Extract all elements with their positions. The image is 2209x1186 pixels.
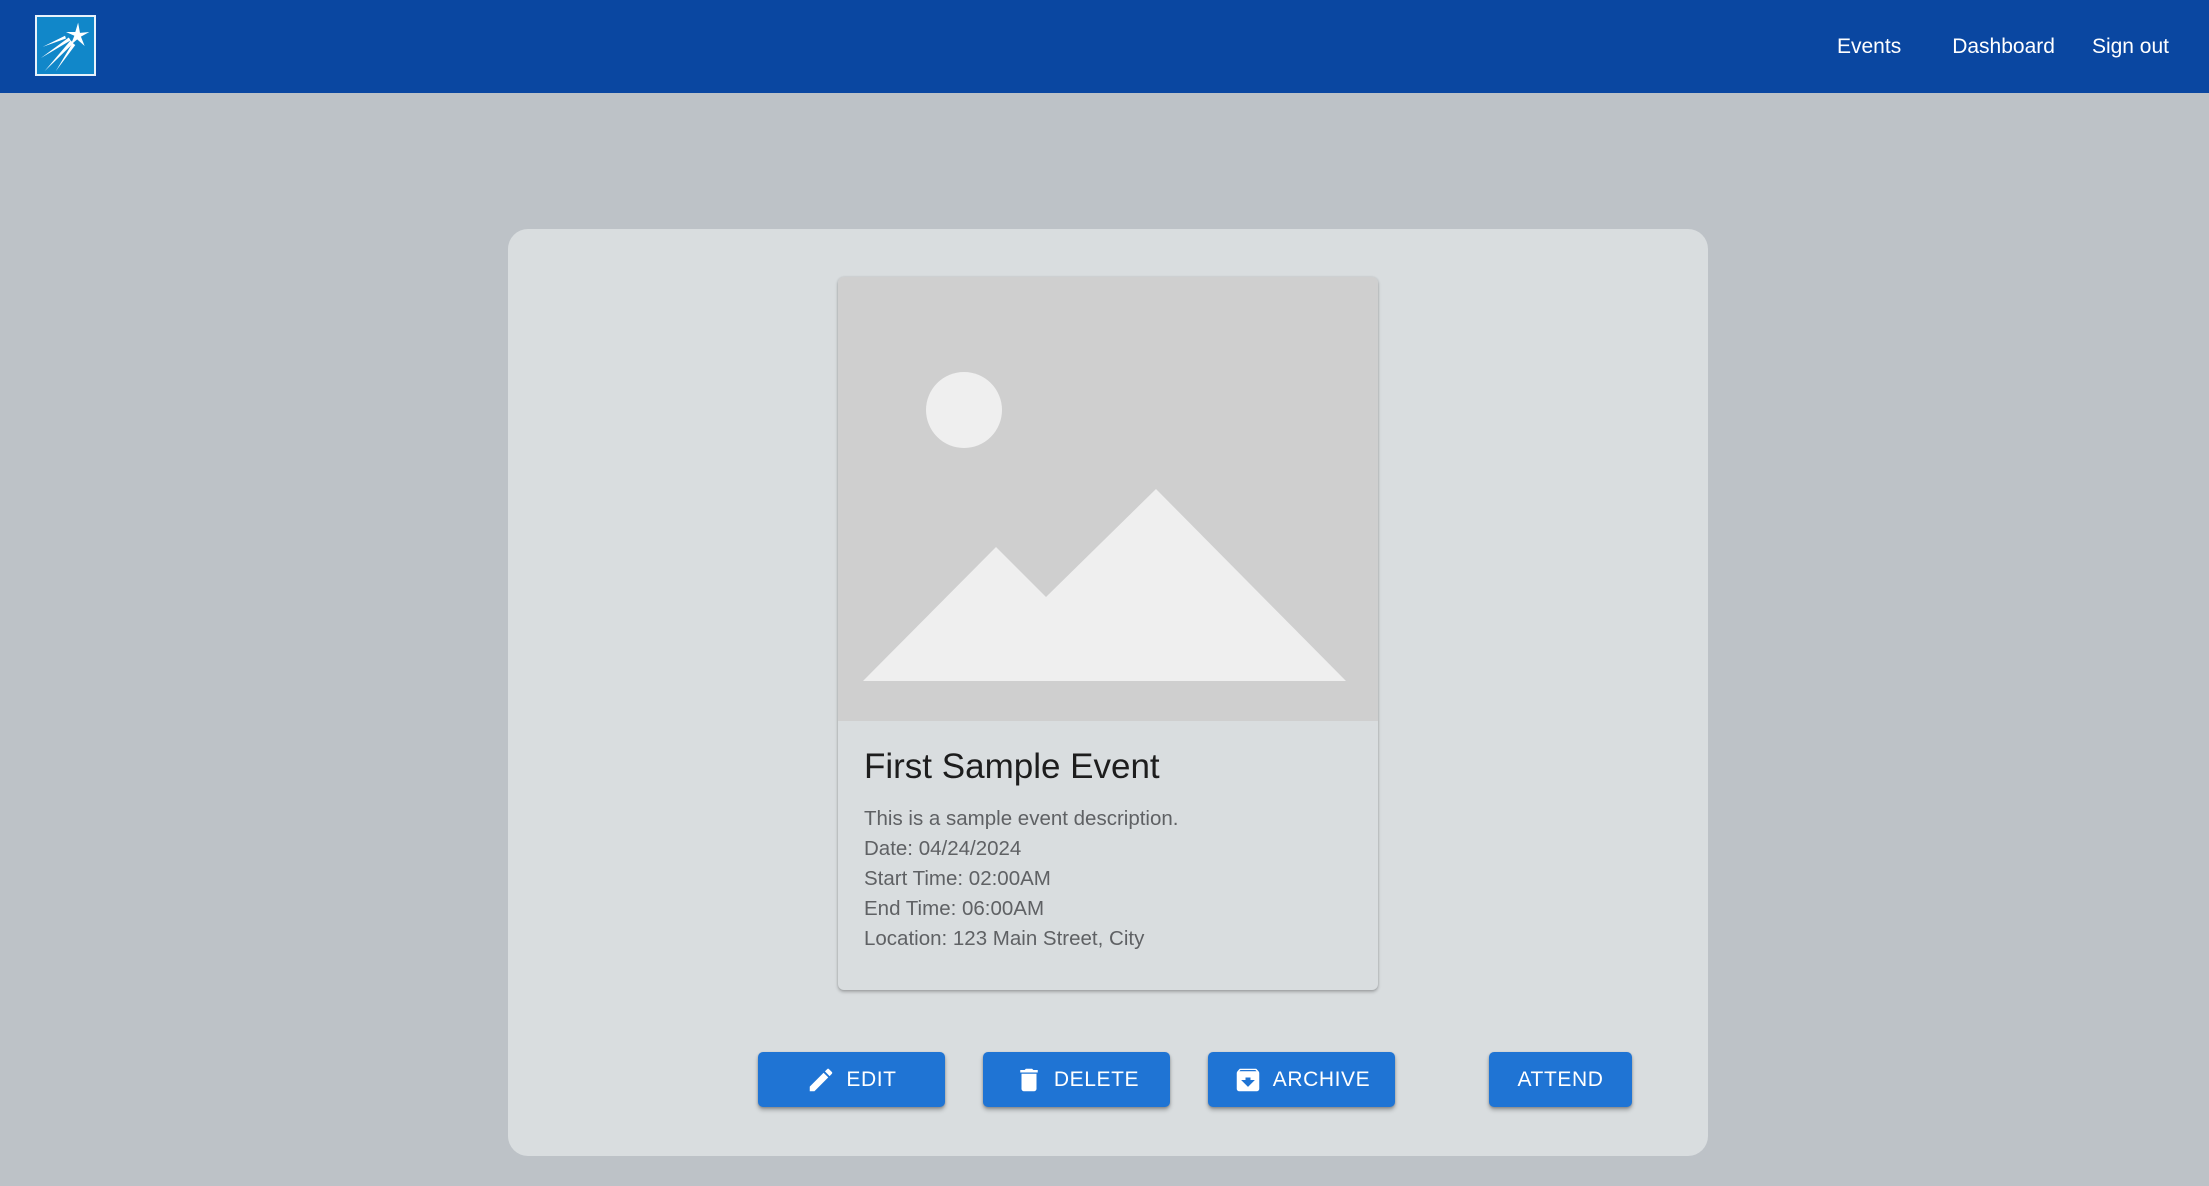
event-end-time: End Time: 06:00AM	[864, 897, 1045, 920]
nav-links: Events Dashboard Sign out	[1837, 0, 2169, 93]
event-date: Date: 04/24/2024	[864, 837, 1022, 860]
edit-button[interactable]: EDIT	[758, 1052, 945, 1107]
trash-icon	[1014, 1065, 1044, 1095]
event-description: This is a sample event description.	[864, 807, 1179, 830]
shooting-star-logo-icon[interactable]	[35, 15, 96, 76]
event-start-time: Start Time: 02:00AM	[864, 867, 1051, 890]
event-image	[838, 277, 1378, 721]
delete-button-label: DELETE	[1053, 1067, 1140, 1091]
event-detail-panel: First Sample Event This is a sample even…	[508, 229, 1708, 1156]
attend-button-label: ATTEND	[1517, 1067, 1604, 1091]
image-placeholder-icon	[863, 372, 1346, 681]
event-location: Location: 123 Main Street, City	[864, 927, 1145, 950]
archive-icon	[1233, 1065, 1263, 1095]
archive-button[interactable]: ARCHIVE	[1208, 1052, 1395, 1107]
pencil-icon	[806, 1065, 836, 1095]
event-card: First Sample Event This is a sample even…	[838, 277, 1378, 990]
event-card-body: First Sample Event This is a sample even…	[864, 721, 1358, 954]
nav-sign-out-link[interactable]: Sign out	[2092, 35, 2169, 59]
top-navbar: Events Dashboard Sign out	[0, 0, 2209, 93]
archive-button-label: ARCHIVE	[1272, 1067, 1371, 1091]
event-title: First Sample Event	[864, 747, 1160, 786]
delete-button[interactable]: DELETE	[983, 1052, 1170, 1107]
nav-dashboard-link[interactable]: Dashboard	[1952, 35, 2055, 59]
event-details: This is a sample event description. Date…	[864, 804, 1358, 954]
nav-events-link[interactable]: Events	[1837, 35, 1901, 59]
attend-button[interactable]: ATTEND	[1489, 1052, 1632, 1107]
edit-button-label: EDIT	[846, 1067, 897, 1091]
